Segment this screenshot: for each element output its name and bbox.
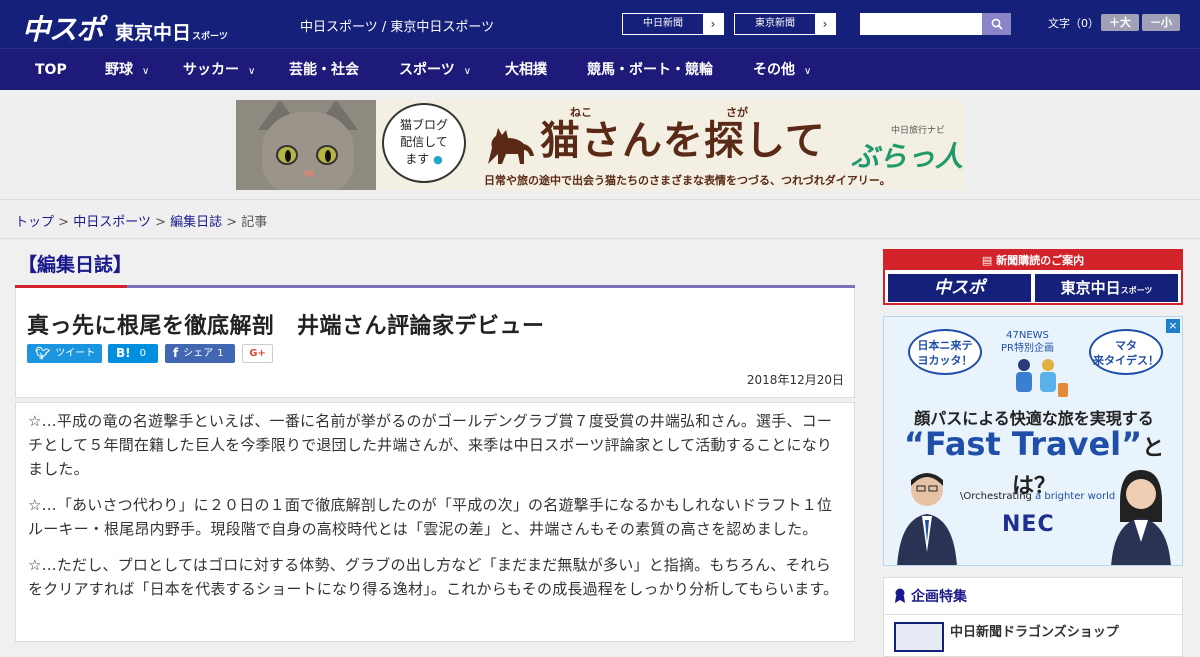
travelers-illustration	[1016, 359, 1068, 397]
chunichi-shimbun-link[interactable]: 中日新聞 ›	[622, 13, 724, 35]
subscription-box: ▤ 新聞購読のご案内 中スポ 東京中日スポーツ	[883, 249, 1183, 305]
woman-photo	[1111, 470, 1171, 565]
ad-org: 47NEWS PR特別企画	[1001, 330, 1054, 354]
paw-icon: ●	[433, 153, 443, 166]
feature-heading: 企画特集	[894, 586, 967, 606]
ad-tagline: \Orchestrating a brighter world	[960, 491, 1116, 502]
main-nav: TOP 野球 ∨ サッカー ∨ 芸能・社会 スポーツ ∨ 大相撲 競馬・ボート・競輪 …	[0, 48, 1200, 90]
font-smaller-button[interactable]: －小	[1142, 14, 1180, 31]
hatena-bookmark-button[interactable]: B! 0	[108, 344, 158, 363]
chevron-down-icon: ∨	[142, 66, 150, 77]
nav-item-soccer[interactable]: サッカー ∨	[183, 49, 255, 91]
nec-ad[interactable]: × 日本ニ来テ ヨカッタ！ 47NEWS PR特別企画 マタ 来タイデス！ 顔パスによ…	[883, 316, 1183, 566]
site-names: 中日スポーツ / 東京中日スポーツ	[300, 20, 495, 35]
facebook-share-button[interactable]: f シェア 1	[165, 344, 235, 363]
article-paragraph: ☆…ただし、プロとしてはゴロに対する体勢、グラブの出し方など「まだまだ無駄が多い…	[28, 556, 839, 598]
article-header: 真っ先に根尾を徹底解剖 井端さん評論家デビュー 🐦︎ ツイート B! 0 f シェア 1…	[15, 288, 855, 398]
logo-tokyo-chunichi: 東京中日スポーツ	[115, 22, 228, 44]
search-input[interactable]	[860, 13, 982, 35]
man-photo	[897, 473, 957, 565]
dragons-shop-thumbnail[interactable]	[894, 622, 944, 652]
banner-area: 猫ブログ 配信して ます ● ねこ さが 猫さんを探して 日常や旅の途中で出会う…	[0, 90, 1200, 200]
site-header: 中スポ 東京中日スポーツ 中日スポーツ / 東京中日スポーツ 中日新聞 › 東京…	[0, 0, 1200, 48]
breadcrumb-top[interactable]: トップ	[15, 215, 54, 230]
article-title: 真っ先に根尾を徹底解剖 井端さん評論家デビュー	[27, 314, 545, 339]
chevron-right-icon: ›	[710, 17, 716, 31]
cat-blog-banner[interactable]: 猫ブログ 配信して ます ● ねこ さが 猫さんを探して 日常や旅の途中で出会う…	[236, 100, 964, 190]
google-plus-button[interactable]: G+	[242, 344, 273, 363]
black-cat-icon	[488, 128, 534, 164]
banner-title: 猫さんを探して	[484, 108, 826, 166]
article-paragraph: ☆…平成の竜の名遊撃手といえば、一番に名前が挙がるのがゴールデングラブ賞７度受賞…	[28, 412, 833, 478]
article-body: ☆…平成の竜の名遊撃手といえば、一番に名前が挙がるのがゴールデングラブ賞７度受賞…	[15, 402, 855, 642]
feature-link-dragons-shop[interactable]: 中日新聞ドラゴンズショップ	[950, 621, 1119, 640]
ribbon-icon	[895, 588, 905, 603]
nav-item-sports[interactable]: スポーツ ∨	[399, 49, 471, 91]
feature-box: 企画特集 中日新聞ドラゴンズショップ	[883, 577, 1183, 657]
main-content: 【編集日誌】 真っ先に根尾を徹底解剖 井端さん評論家デビュー 🐦︎ ツイート B!…	[15, 240, 855, 642]
breadcrumb-current: 記事	[241, 215, 268, 230]
article-paragraph: ☆…「あいさつ代わり」に２０日の１面で徹底解剖したのが「平成の次」の名遊撃手にな…	[28, 496, 833, 538]
chevron-down-icon: ∨	[248, 66, 256, 77]
hatena-icon: B!	[116, 346, 131, 360]
search-button[interactable]	[982, 13, 1011, 35]
breadcrumb: トップ > 中日スポーツ > 編集日誌 > 記事	[15, 215, 268, 230]
site-logo[interactable]: 中スポ 東京中日スポーツ	[22, 8, 228, 48]
logo-chuspo: 中スポ	[22, 13, 104, 46]
close-icon[interactable]: ×	[1166, 319, 1180, 333]
subscription-heading: ▤ 新聞購読のご案内	[885, 251, 1181, 270]
banner-subtitle: 日常や旅の途中で出会う猫たちのさまざまな表情をつづる、つれづれダイアリー。	[484, 174, 891, 187]
nav-item-baseball[interactable]: 野球 ∨	[105, 49, 149, 91]
font-larger-button[interactable]: ＋大	[1101, 14, 1139, 31]
facebook-icon: f	[173, 346, 179, 360]
subscribe-chuspo-button[interactable]: 中スポ	[888, 274, 1031, 302]
brand-logo: ぶらっ人	[851, 140, 964, 173]
chevron-down-icon: ∨	[804, 66, 812, 77]
tokyo-shimbun-link[interactable]: 東京新聞 ›	[734, 13, 836, 35]
nec-logo: NEC	[1002, 512, 1055, 537]
ad-bubble-right: マタ 来タイデス！	[1089, 329, 1163, 375]
nav-item-entertainment[interactable]: 芸能・社会	[289, 49, 359, 91]
chevron-down-icon: ∨	[463, 66, 472, 77]
twitter-icon: 🐦︎	[35, 346, 51, 360]
nav-item-other[interactable]: その他 ∨	[753, 49, 811, 91]
cat-photo	[236, 100, 376, 190]
ad-bubble-left: 日本ニ来テ ヨカッタ！	[908, 329, 982, 375]
newspaper-icon: ▤	[981, 254, 997, 267]
nav-item-sumo[interactable]: 大相撲	[505, 49, 547, 91]
search-icon	[991, 18, 1003, 30]
breadcrumb-editorial-diary[interactable]: 編集日誌	[170, 215, 222, 230]
nav-item-racing[interactable]: 競馬・ボート・競輪	[587, 49, 713, 91]
subscribe-tokyo-chunichi-button[interactable]: 東京中日スポーツ	[1035, 274, 1178, 302]
breadcrumb-chunichi-sports[interactable]: 中日スポーツ	[73, 215, 151, 230]
tweet-button[interactable]: 🐦︎ ツイート	[27, 344, 102, 363]
article-date: 2018年12月20日	[746, 373, 844, 387]
nav-item-top[interactable]: TOP	[35, 49, 67, 91]
section-title: 【編集日誌】	[18, 254, 133, 276]
font-size-label: 文字（0）	[1048, 17, 1099, 30]
speech-bubble: 猫ブログ 配信して ます ●	[382, 103, 466, 183]
chevron-right-icon: ›	[822, 17, 828, 31]
